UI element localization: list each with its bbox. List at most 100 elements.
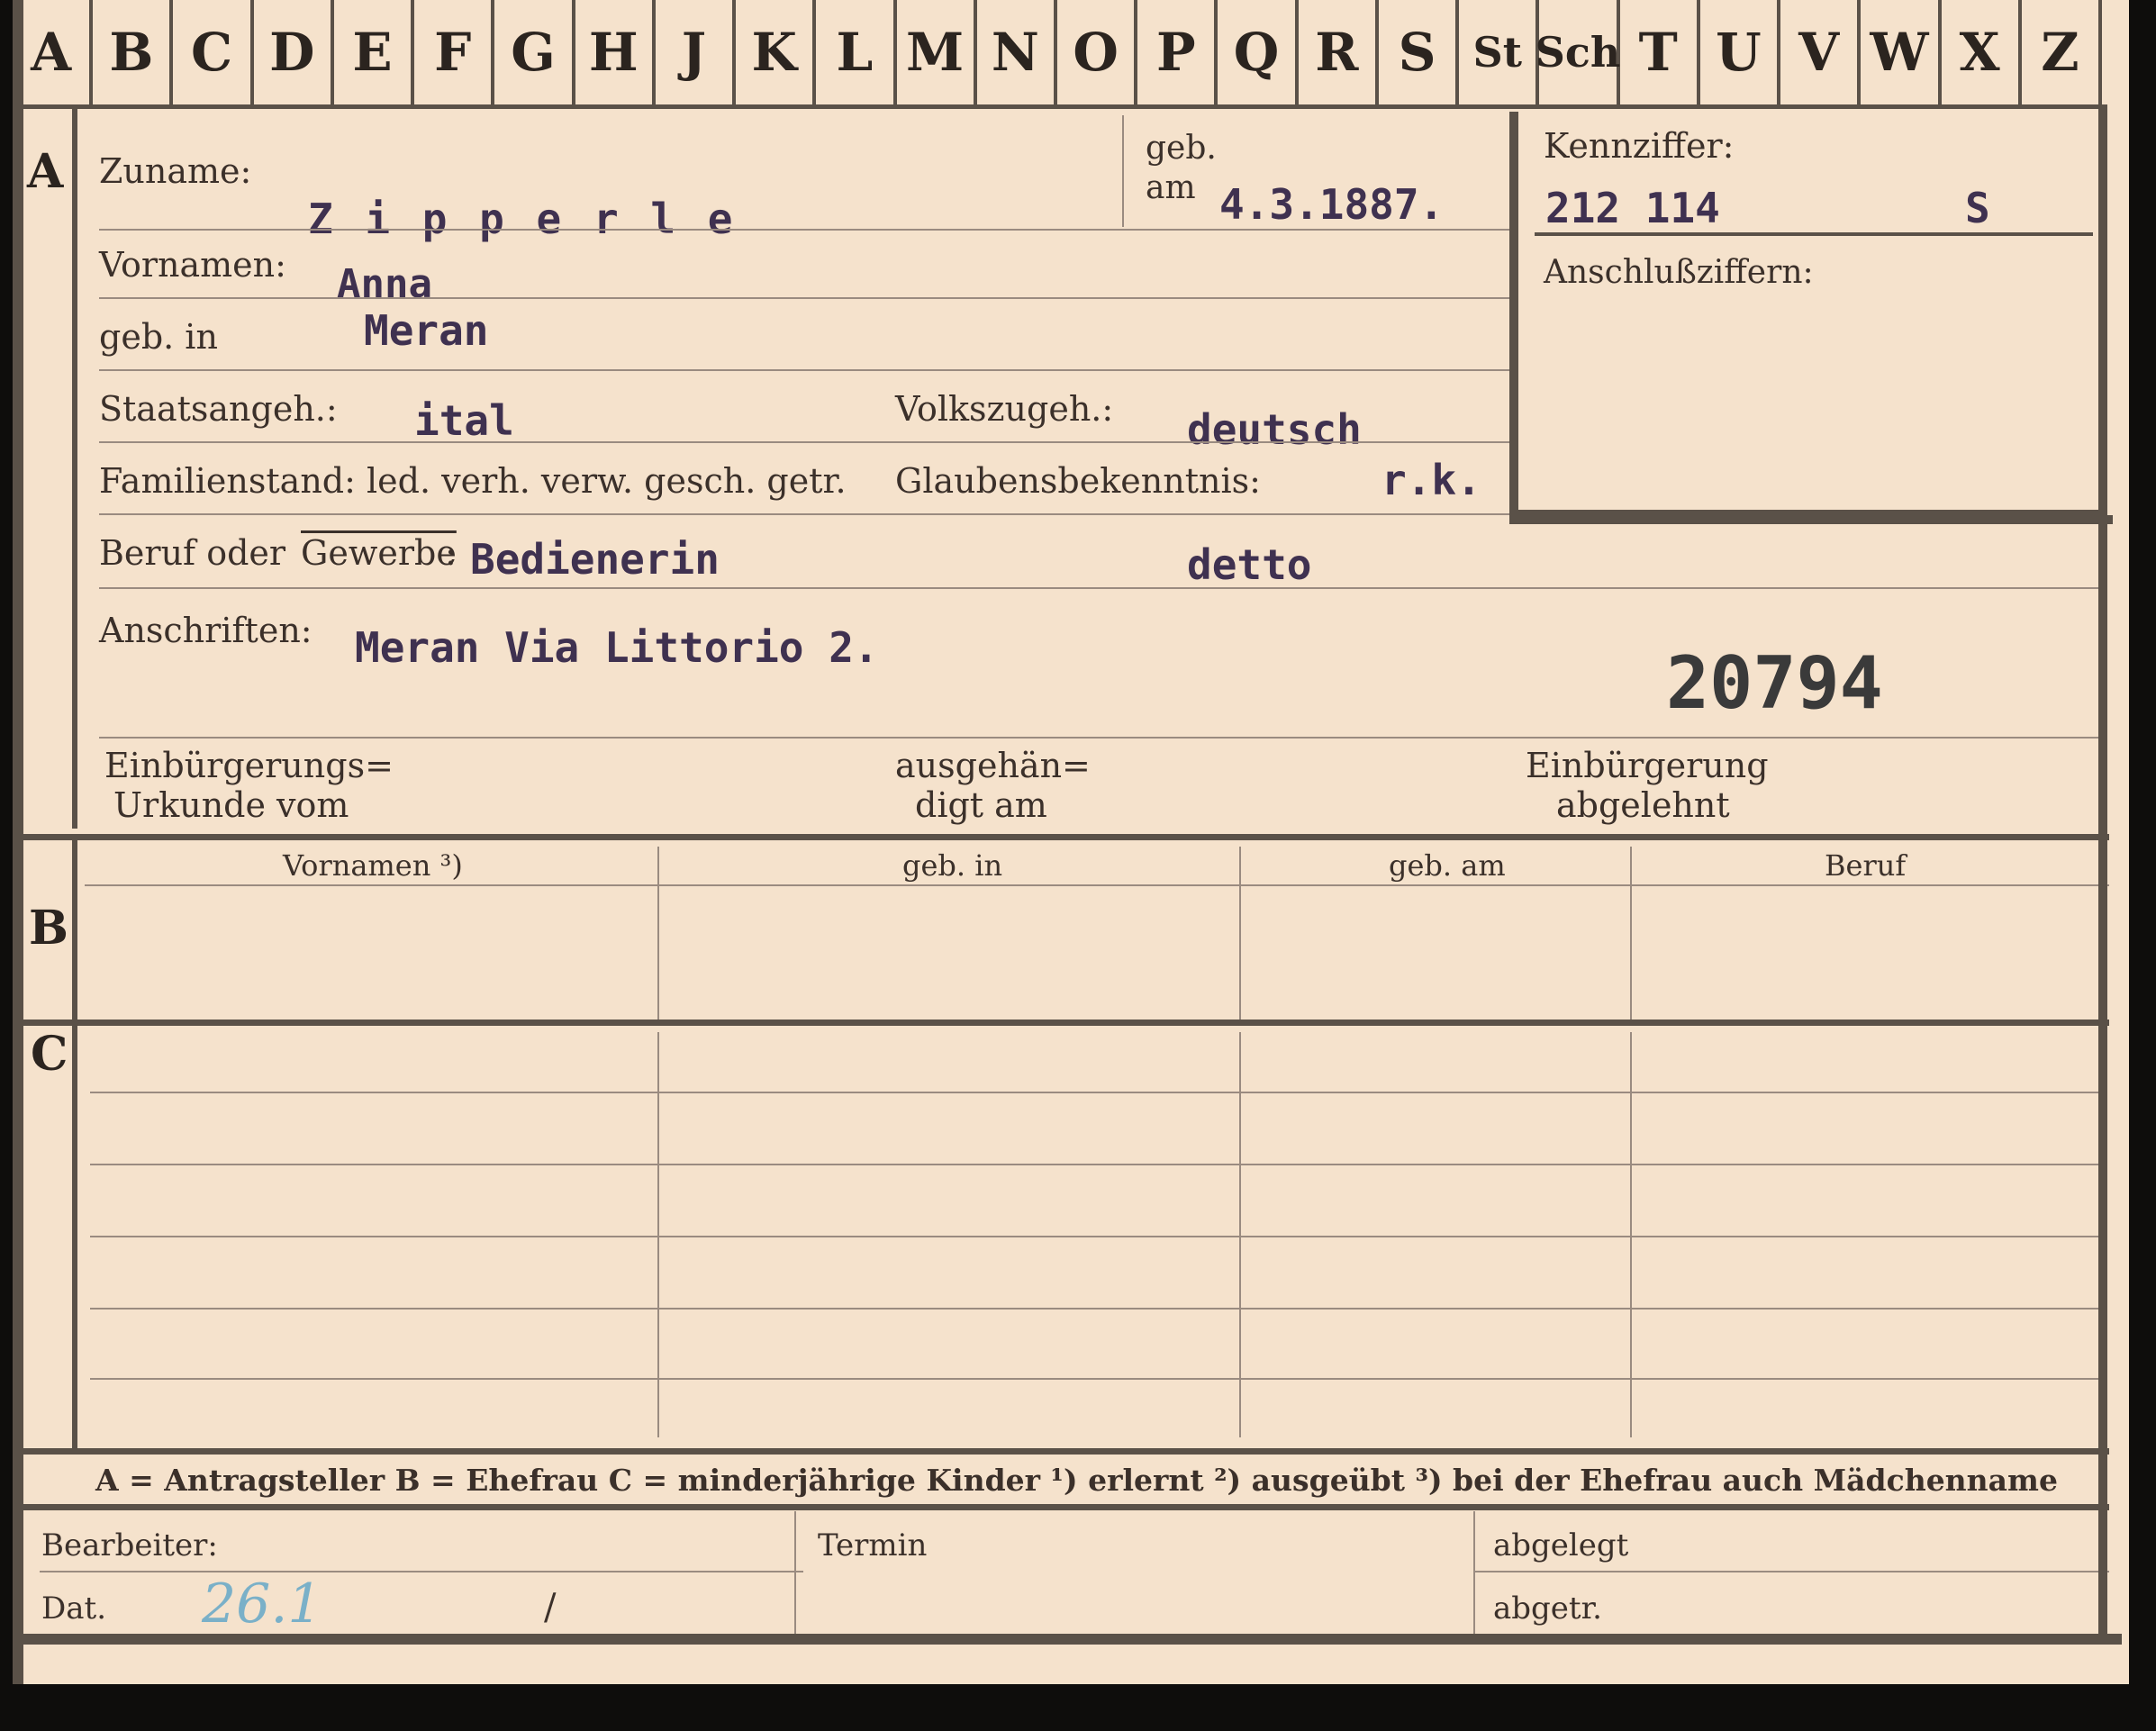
address-label: Anschriften: <box>99 611 313 650</box>
b-header-occupation: Beruf <box>1825 848 1907 883</box>
rule-6 <box>99 587 2104 589</box>
born-divider <box>1122 115 1124 227</box>
b-header-rule <box>85 884 2109 886</box>
born-label-1: geb. <box>1146 130 1217 167</box>
index-tab-st: St <box>1459 0 1540 104</box>
citizenship-value: ital <box>414 396 514 445</box>
date-value: 26.1 <box>202 1572 322 1636</box>
index-tab-g: G <box>494 0 575 104</box>
index-tab-m: M <box>897 0 977 104</box>
index-tab-t: T <box>1620 0 1700 104</box>
rule-7 <box>99 737 2104 739</box>
rule-2 <box>99 297 1509 299</box>
index-tab-h: H <box>575 0 656 104</box>
index-tab-e: E <box>334 0 415 104</box>
section-b-divider <box>72 840 77 1026</box>
surname-value: Z i p p e r l e <box>308 195 737 243</box>
id-underline <box>1535 232 2093 236</box>
left-border <box>13 0 23 1684</box>
rule-3 <box>99 369 1509 371</box>
index-tab-p: P <box>1137 0 1218 104</box>
given-value: Anna <box>337 261 432 307</box>
section-a-divider <box>72 108 77 829</box>
index-tab-f: F <box>414 0 495 104</box>
index-tab-u: U <box>1700 0 1781 104</box>
c-row-1 <box>90 1092 2104 1093</box>
filed-rule <box>1475 1571 2109 1572</box>
index-tab-d: D <box>254 0 334 104</box>
c-row-4 <box>90 1308 2104 1310</box>
address-value: Meran Via Littorio 2. <box>355 623 879 672</box>
legend-top <box>23 1448 2109 1455</box>
index-tab-l: L <box>816 0 897 104</box>
removed-label: abgetr. <box>1493 1591 1602 1627</box>
citizenship-label: Staatsangeh.: <box>99 389 338 429</box>
index-tab-z: Z <box>2022 0 2102 104</box>
born-label-2: am <box>1146 169 1196 206</box>
id-box-bottom <box>1509 510 2104 519</box>
index-tab-sch: Sch <box>1535 0 1620 104</box>
stamp-number: 20794 <box>1666 641 1883 725</box>
handed-label-1: ausgehän= <box>895 746 1091 785</box>
id-box-left <box>1509 112 1518 522</box>
index-tab-q: Q <box>1218 0 1299 104</box>
clerk-label: Bearbeiter: <box>41 1527 218 1563</box>
religion-label: Glaubensbekenntnis: <box>895 461 1261 501</box>
id-suffix: S <box>1965 184 1990 232</box>
id-value: 212 114 <box>1545 184 1720 232</box>
occupation-label-3: : <box>445 533 457 573</box>
birthplace-value: Meran <box>364 306 489 355</box>
refused-label-1: Einbürgerung <box>1526 746 1769 785</box>
occupation-label-1: Beruf oder <box>99 533 286 573</box>
index-tab-s: S <box>1379 0 1460 104</box>
bottom-border <box>23 1634 2122 1645</box>
index-tab-w: W <box>1861 0 1942 104</box>
term-label: Termin <box>818 1527 928 1563</box>
c-row-5 <box>90 1378 2104 1380</box>
handed-label-2: digt am <box>915 785 1047 825</box>
religion-value: r.k. <box>1381 456 1481 504</box>
given-label: Vornamen: <box>99 245 286 285</box>
section-b-top <box>23 834 2109 840</box>
legend-text: A = Antragsteller B = Ehefrau C = minder… <box>95 1463 2058 1498</box>
surname-label: Zuname: <box>99 151 252 191</box>
date-label: Dat. <box>41 1591 107 1627</box>
index-tab-o: O <box>1057 0 1138 104</box>
section-a-marker: A <box>27 144 64 199</box>
occupation-label-2: Gewerbe <box>301 533 457 573</box>
section-c-divider <box>72 1026 77 1449</box>
rule-1 <box>99 229 1509 231</box>
section-c-marker: C <box>31 1027 68 1082</box>
index-tab-v: V <box>1780 0 1862 104</box>
b-header-birthplace: geb. in <box>902 848 1003 883</box>
index-tab-j: J <box>656 0 737 104</box>
b-header-birthdate: geb. am <box>1389 848 1506 883</box>
index-tab-n: N <box>977 0 1057 104</box>
id-label: Kennziffer: <box>1544 126 1735 166</box>
rule-5 <box>99 513 1509 515</box>
birthplace-label: geb. in <box>99 317 218 357</box>
b-col-3 <box>1630 847 1632 1020</box>
b-col-1 <box>657 847 659 1020</box>
index-tab-r: R <box>1299 0 1379 104</box>
clerk-rule <box>40 1571 803 1572</box>
right-border <box>2098 104 2107 1645</box>
filed-label: abgelegt <box>1493 1527 1629 1563</box>
footer-col-1 <box>794 1511 796 1637</box>
naturalization-doc-label-1: Einbürgerungs= <box>104 746 394 785</box>
refused-label-2: abgelehnt <box>1556 785 1730 825</box>
family-label: Familienstand: led. verh. verw. gesch. g… <box>99 461 847 501</box>
naturalization-doc-label-2: Urkunde vom <box>113 785 349 825</box>
c-row-3 <box>90 1236 2104 1237</box>
occupation-value: Bedienerin <box>470 535 720 584</box>
rule-4 <box>99 441 1509 443</box>
index-tab-x: X <box>1942 0 2022 104</box>
legend-bottom <box>23 1504 2109 1510</box>
index-tab-k: K <box>736 0 817 104</box>
b-col-2 <box>1239 847 1241 1020</box>
index-tab-c: C <box>173 0 254 104</box>
born-value: 4.3.1887. <box>1219 180 1445 229</box>
ethnicity-value: deutsch <box>1187 405 1362 454</box>
index-tab-b: B <box>93 0 174 104</box>
index-tabs: A B C D E F G H J K L M N O P Q R S St Sch T U V W X Z <box>13 0 2102 109</box>
